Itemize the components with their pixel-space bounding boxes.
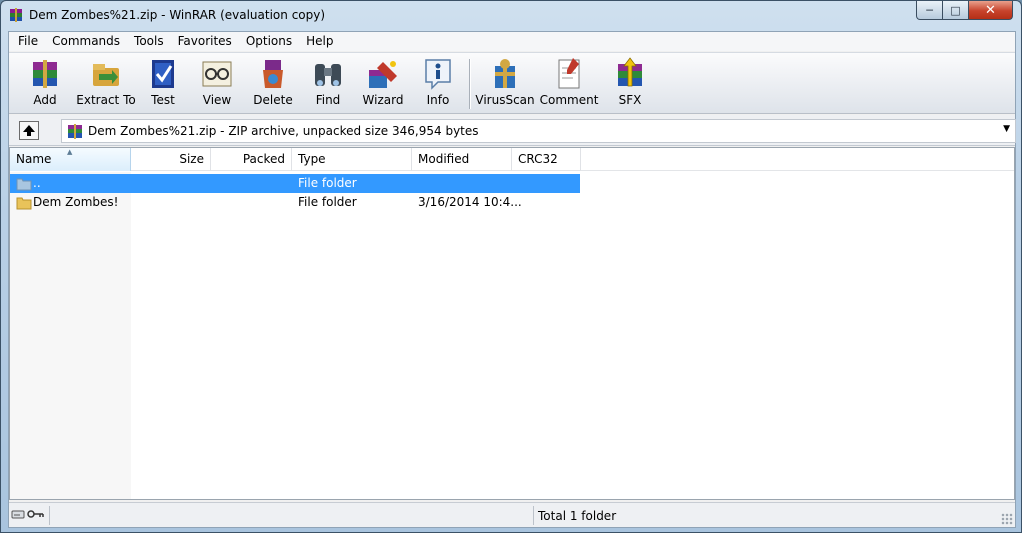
wizard-icon <box>369 61 397 88</box>
toolbar: Add Extract To Test View Delete Find Wiz… <box>9 52 1015 114</box>
maximize-button[interactable]: □ <box>943 1 969 20</box>
status-icons <box>11 508 45 520</box>
status-separator <box>533 506 534 525</box>
row-name: Dem Zombes! <box>33 195 119 209</box>
virusscan-label: VirusScan <box>475 93 535 107</box>
column-header-packed-label: Packed <box>242 152 285 166</box>
virusscan-icon <box>495 59 515 88</box>
column-header-type[interactable]: Type <box>292 148 412 171</box>
column-header-packed[interactable]: Packed <box>211 148 292 171</box>
file-list[interactable]: ▲ Name Size Packed Type Modified CRC32 .… <box>9 147 1015 500</box>
virusscan-button[interactable]: VirusScan <box>475 56 535 112</box>
archive-path-dropdown[interactable]: Dem Zombes%21.zip - ZIP archive, unpacke… <box>61 119 1016 143</box>
window-controls: ─ □ ✕ <box>916 1 1013 21</box>
menu-tools[interactable]: Tools <box>127 32 171 51</box>
winrar-icon <box>10 8 22 22</box>
info-icon <box>425 59 451 90</box>
delete-icon <box>263 60 283 88</box>
menu-commands[interactable]: Commands <box>45 32 127 51</box>
menu-help[interactable]: Help <box>299 32 340 51</box>
view-button[interactable]: View <box>197 56 237 112</box>
wizard-label: Wizard <box>362 93 404 107</box>
column-header-modified[interactable]: Modified <box>412 148 512 171</box>
status-total: Total 1 folder <box>538 509 617 523</box>
status-bar: Total 1 folder <box>9 502 1015 527</box>
comment-icon <box>558 58 580 89</box>
sort-ascending-icon: ▲ <box>67 148 73 156</box>
find-label: Find <box>315 93 341 107</box>
menu-bar: File Commands Tools Favorites Options He… <box>9 32 1015 51</box>
chevron-down-icon[interactable]: ▼ <box>1003 124 1010 134</box>
column-header-crc32[interactable]: CRC32 <box>512 148 581 171</box>
test-label: Test <box>151 93 175 107</box>
column-header-row: ▲ Name Size Packed Type Modified CRC32 <box>10 148 1014 171</box>
column-header-name[interactable]: ▲ Name <box>10 148 131 171</box>
toolbar-separator <box>469 59 471 109</box>
row-type: File folder <box>298 176 357 190</box>
sfx-button[interactable]: SFX <box>613 56 647 112</box>
test-button[interactable]: Test <box>143 56 183 112</box>
delete-button[interactable]: Delete <box>253 56 293 112</box>
comment-button[interactable]: Comment <box>539 56 599 112</box>
column-header-modified-label: Modified <box>418 152 470 166</box>
minimize-button[interactable]: ─ <box>916 1 943 20</box>
client-area: File Commands Tools Favorites Options He… <box>8 31 1016 528</box>
archive-path-text: Dem Zombes%21.zip - ZIP archive, unpacke… <box>88 124 479 138</box>
menu-options[interactable]: Options <box>239 32 299 51</box>
column-header-type-label: Type <box>298 152 326 166</box>
resize-grip[interactable] <box>1001 513 1013 525</box>
up-arrow-icon <box>23 125 35 136</box>
menu-file[interactable]: File <box>11 32 45 51</box>
info-button[interactable]: Info <box>421 56 455 112</box>
wizard-button[interactable]: Wizard <box>361 56 405 112</box>
up-folder-icon <box>16 178 32 191</box>
comment-label: Comment <box>539 93 599 107</box>
minimize-icon: ─ <box>926 3 933 17</box>
menu-favorites[interactable]: Favorites <box>171 32 239 51</box>
view-icon <box>202 61 232 87</box>
add-archive-icon <box>33 60 57 88</box>
folder-icon <box>16 197 32 210</box>
test-icon <box>152 60 174 88</box>
find-button[interactable]: Find <box>308 56 348 112</box>
sfx-icon <box>618 57 642 87</box>
add-button[interactable]: Add <box>23 56 67 112</box>
winrar-archive-icon <box>68 124 82 139</box>
column-header-size[interactable]: Size <box>131 148 211 171</box>
name-column-background <box>10 172 131 499</box>
close-icon: ✕ <box>985 2 996 18</box>
view-label: View <box>202 93 232 107</box>
column-header-name-label: Name <box>16 152 52 166</box>
key-icon[interactable] <box>27 508 45 520</box>
maximize-icon: □ <box>950 3 961 17</box>
address-bar: Dem Zombes%21.zip - ZIP archive, unpacke… <box>9 115 1016 146</box>
table-row[interactable]: .. File folder <box>10 174 580 193</box>
winrar-window: Dem Zombes%21.zip - WinRAR (evaluation c… <box>0 0 1022 533</box>
sfx-label: SFX <box>618 93 642 107</box>
add-label: Add <box>33 93 57 107</box>
drive-icon[interactable] <box>11 508 25 520</box>
extract-to-label: Extract To <box>76 93 136 107</box>
row-name: .. <box>33 176 41 190</box>
table-row[interactable]: Dem Zombes! File folder 3/16/2014 10:4..… <box>10 193 580 212</box>
column-header-crc32-label: CRC32 <box>518 152 558 166</box>
info-label: Info <box>426 93 450 107</box>
status-separator <box>49 506 50 525</box>
column-header-size-label: Size <box>179 152 204 166</box>
close-button[interactable]: ✕ <box>969 1 1013 20</box>
delete-label: Delete <box>253 93 293 107</box>
up-one-level-button[interactable] <box>19 121 39 140</box>
binoculars-icon <box>315 64 341 86</box>
extract-icon <box>93 64 119 86</box>
row-modified: 3/16/2014 10:4... <box>418 195 522 209</box>
row-type: File folder <box>298 195 357 209</box>
window-title: Dem Zombes%21.zip - WinRAR (evaluation c… <box>29 8 326 22</box>
title-bar[interactable]: Dem Zombes%21.zip - WinRAR (evaluation c… <box>1 1 1021 31</box>
extract-to-button[interactable]: Extract To <box>75 56 137 112</box>
